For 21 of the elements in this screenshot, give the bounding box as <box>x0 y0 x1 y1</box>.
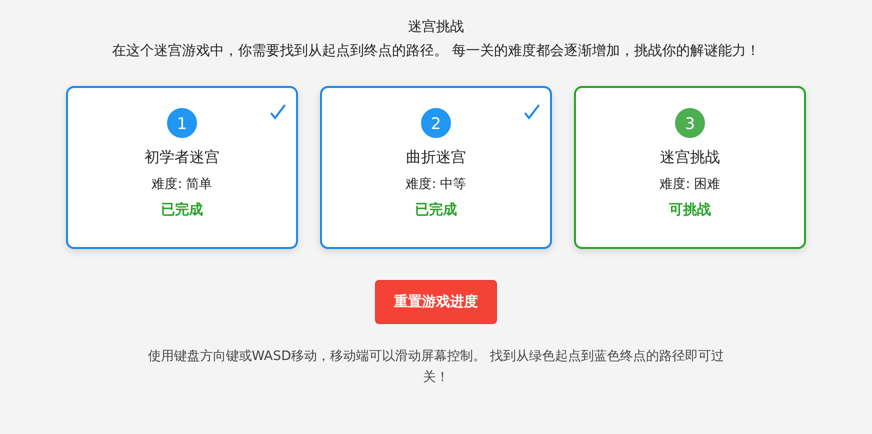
page-title: 迷宫挑战 <box>408 18 464 37</box>
page-description: 在这个迷宫游戏中，你需要找到从起点到终点的路径。 每一关的难度都会逐渐增加，挑战你的解谜能力！ <box>112 42 760 61</box>
level-number: 2 <box>421 108 451 138</box>
level-status: 已完成 <box>415 201 457 219</box>
level-status: 已完成 <box>161 201 203 219</box>
level-name: 初学者迷宫 <box>144 148 220 167</box>
instructions-text: 使用键盘方向键或WASD移动，移动端可以滑动屏幕控制。 找到从绿色起点到蓝色终点的路径即可过关！ <box>146 348 726 387</box>
level-card[interactable]: 2 曲折迷宫 难度: 中等 已完成 <box>320 86 552 249</box>
reset-progress-button[interactable]: 重置游戏进度 <box>375 280 497 324</box>
level-name: 曲折迷宫 <box>406 148 466 167</box>
level-number: 3 <box>675 108 705 138</box>
check-icon <box>270 104 286 120</box>
level-card[interactable]: 3 迷宫挑战 难度: 困难 可挑战 <box>574 86 806 249</box>
level-difficulty: 难度: 中等 <box>406 176 466 193</box>
level-difficulty: 难度: 困难 <box>660 176 720 193</box>
level-status: 可挑战 <box>669 201 711 219</box>
level-card[interactable]: 1 初学者迷宫 难度: 简单 已完成 <box>66 86 298 249</box>
level-name: 迷宫挑战 <box>660 148 720 167</box>
level-difficulty: 难度: 简单 <box>152 176 212 193</box>
check-icon <box>524 104 540 120</box>
level-number: 1 <box>167 108 197 138</box>
